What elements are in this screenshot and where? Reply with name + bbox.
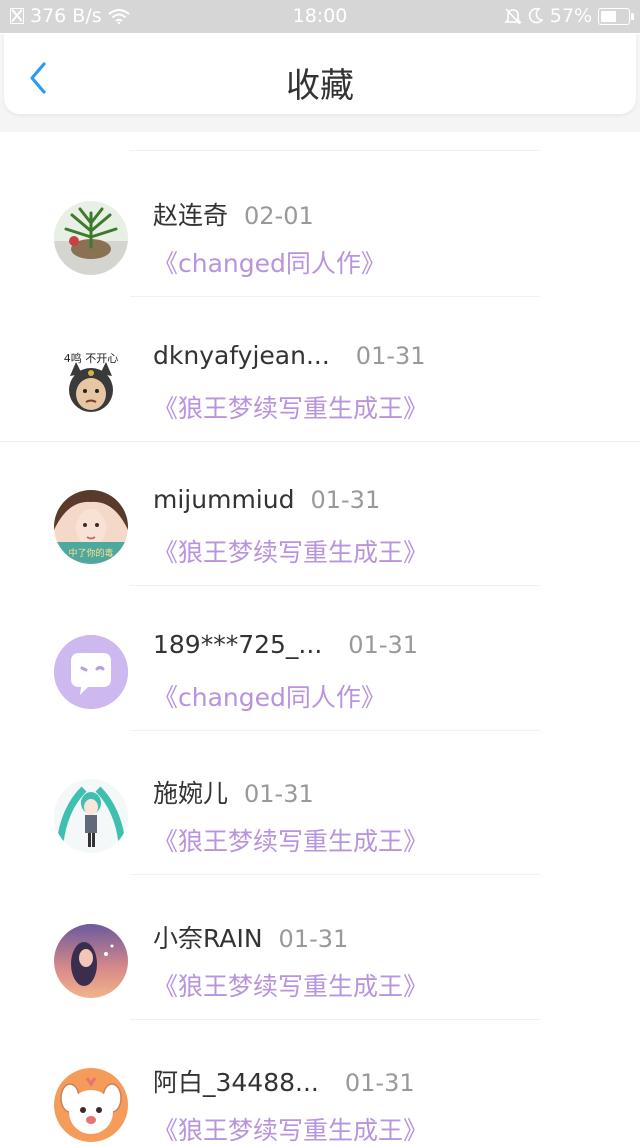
user-name: dknyafyjean... [153,341,330,370]
avatar[interactable] [54,1068,128,1142]
item-meta: 赵连奇 02-01 [153,196,314,232]
app-header: 收藏 [4,34,636,114]
item-date: 01-31 [344,1069,415,1097]
list-item[interactable]: 189***725_... 01-31 《changed同人作》 [0,566,640,731]
item-date: 01-31 [310,486,381,514]
moon-icon [528,7,544,24]
avatar[interactable] [54,779,128,853]
avatar[interactable] [54,635,128,709]
list-item[interactable]: 小奈RAIN 01-31 《狼王梦续写重生成王》 [0,855,640,1020]
item-meta: 小奈RAIN 01-31 [153,919,348,955]
book-title-link[interactable]: 《狼王梦续写重生成王》 [153,822,428,858]
item-meta: 施婉儿 01-31 [153,774,314,810]
item-meta: 阿白_34488... 01-31 [153,1063,415,1099]
book-title-link[interactable]: 《狼王梦续写重生成王》 [153,1111,428,1147]
book-title-link[interactable]: 《狼王梦续写重生成王》 [153,389,428,425]
list-item[interactable]: 4鸣 不开心 dknyafyjean... 01-31 《狼王梦续写重生成王》 [0,277,640,442]
user-name: 阿白_34488... [153,1068,319,1097]
page-title: 收藏 [286,66,354,106]
mute-bell-icon [503,8,522,25]
avatar[interactable] [54,924,128,998]
battery-percent: 57% [549,5,592,27]
user-name: mijummiud [153,485,295,514]
item-date: 01-31 [355,342,426,370]
item-date: 01-31 [348,631,419,659]
list-item[interactable]: 赵连奇 02-01 《changed同人作》 [0,132,640,297]
user-name: 施婉儿 [153,779,229,808]
book-title-link[interactable]: 《狼王梦续写重生成王》 [153,533,428,569]
item-meta: 189***725_... 01-31 [153,630,418,659]
item-meta: dknyafyjean... 01-31 [153,341,426,370]
list-item[interactable]: 中了你的毒 mijummiud 01-31 《狼王梦续写重生成王》 [0,421,640,586]
user-name: 189***725_... [153,630,323,659]
item-date: 02-01 [244,202,314,230]
user-name: 小奈RAIN [153,924,263,953]
avatar[interactable]: 中了你的毒 [54,490,128,564]
avatar-caption: 4鸣 不开心 [64,351,119,365]
user-name: 赵连奇 [153,201,229,230]
status-bar: 376 B/s 18:00 57% [0,0,640,33]
avatar[interactable]: 4鸣 不开心 [54,346,128,420]
item-date: 01-31 [244,780,314,808]
avatar[interactable] [54,201,128,275]
battery-icon [598,7,634,25]
book-title-link[interactable]: 《狼王梦续写重生成王》 [153,967,428,1003]
item-date: 01-31 [278,925,349,953]
book-title-link[interactable]: 《changed同人作》 [153,678,386,714]
list-item[interactable]: 施婉儿 01-31 《狼王梦续写重生成王》 [0,710,640,875]
avatar-caption: 中了你的毒 [68,547,113,559]
item-meta: mijummiud 01-31 [153,485,380,514]
book-title-link[interactable]: 《changed同人作》 [153,244,386,280]
chat-bubble-icon [54,635,128,709]
list-item[interactable]: 阿白_34488... 01-31 《狼王梦续写重生成王》 [0,999,640,1145]
